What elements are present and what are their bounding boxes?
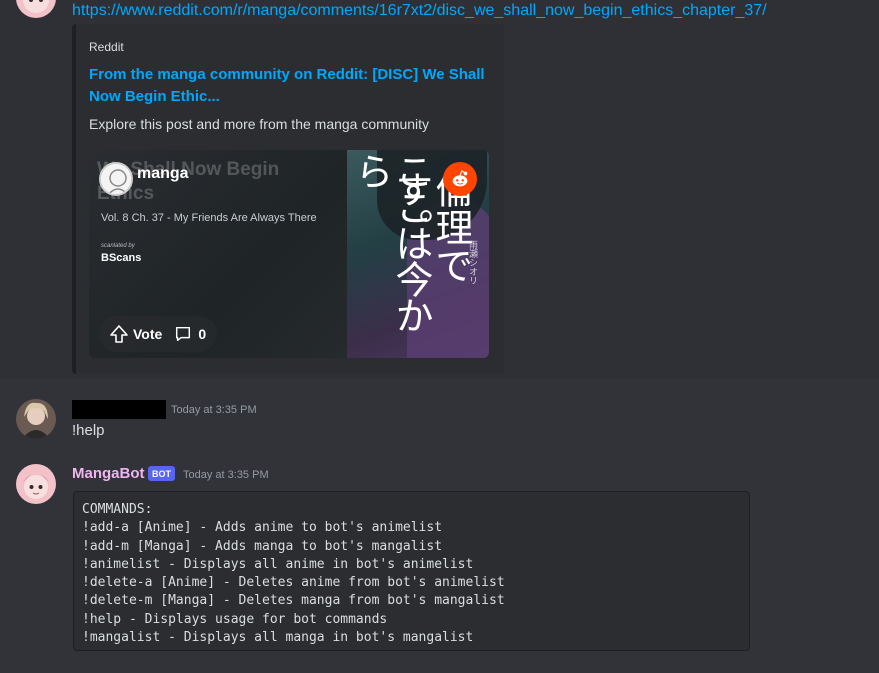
embed-provider[interactable]: Reddit <box>89 40 124 54</box>
code-line: !help - Displays usage for bot commands <box>82 611 388 627</box>
bot-badge: BOT <box>148 466 175 481</box>
chapter-info: Vol. 8 Ch. 37 - My Friends Are Always Th… <box>101 212 317 224</box>
vote-pill[interactable]: Vote 0 <box>99 316 217 352</box>
code-line: !add-a [Anime] - Adds anime to bot's ani… <box>82 520 443 536</box>
link-embed: Reddit From the manga community on Reddi… <box>72 24 504 374</box>
embed-description: Explore this post and more from the mang… <box>89 116 430 132</box>
commands-code-block: COMMANDS: !add-a [Anime] - Adds anime to… <box>73 491 750 651</box>
subreddit-avatar <box>99 162 133 196</box>
reddit-post-link[interactable]: https://www.reddit.com/r/manga/comments/… <box>72 2 767 20</box>
user-message-text: !help <box>72 422 105 439</box>
comment-count[interactable]: 0 <box>174 325 206 343</box>
code-line: !delete-m [Manga] - Deletes manga from b… <box>82 593 505 609</box>
scanlated-by-label: scanlated by <box>101 243 135 249</box>
mangabot-avatar[interactable] <box>16 464 56 504</box>
user-message-timestamp[interactable]: Today at 3:35 PM <box>171 404 257 416</box>
reddit-icon <box>443 162 477 196</box>
bot-username[interactable]: MangaBot <box>72 465 145 482</box>
code-line: !animelist - Displays all anime in bot's… <box>82 556 474 572</box>
comment-count-value: 0 <box>198 326 207 342</box>
code-line: !add-m [Manga] - Adds manga to bot's man… <box>82 538 443 554</box>
cover-title-text-2: 倫理です。 <box>389 170 473 284</box>
user-avatar[interactable] <box>16 399 56 439</box>
scanlator-name: BScans <box>101 252 142 264</box>
comment-icon <box>176 326 191 342</box>
code-line: !mangalist - Displays all manga in bot's… <box>82 630 474 646</box>
subreddit-name: manga <box>137 165 189 182</box>
mangabot-avatar[interactable] <box>16 0 56 18</box>
subreddit-row: manga <box>99 162 189 196</box>
embed-title[interactable]: From the manga community on Reddit: [DIS… <box>89 64 489 108</box>
upvote-icon[interactable] <box>109 324 129 344</box>
vote-label: Vote <box>133 326 163 342</box>
cover-author: 雨瀬シオリ <box>468 240 478 285</box>
bot-message-timestamp[interactable]: Today at 3:35 PM <box>183 469 269 481</box>
code-line: COMMANDS: <box>82 502 153 517</box>
code-line: !delete-a [Anime] - Deletes anime from b… <box>82 575 505 591</box>
message-group-link: https://www.reddit.com/r/manga/comments/… <box>0 0 879 378</box>
embed-thumbnail[interactable]: We Shall Now Begin Ethics ここは今から 倫理です。 雨… <box>89 150 489 358</box>
redacted-username[interactable] <box>72 400 166 419</box>
